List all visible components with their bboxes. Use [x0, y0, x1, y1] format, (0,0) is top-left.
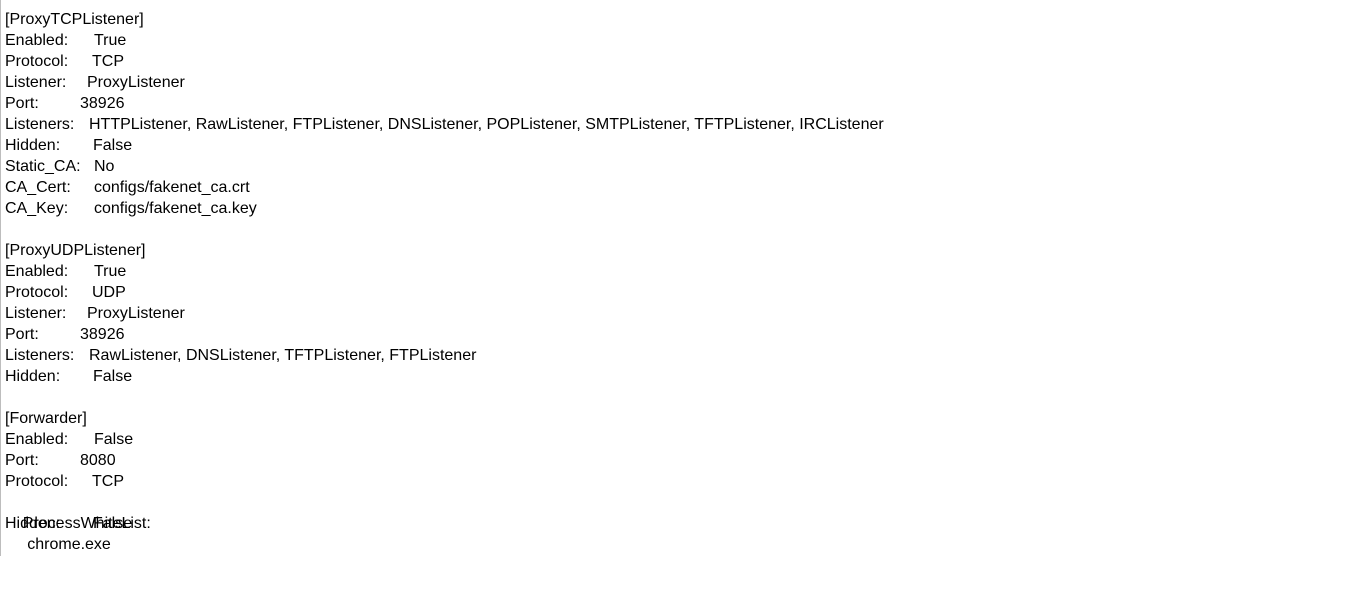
config-value: True	[94, 32, 127, 49]
config-value: True	[94, 263, 127, 280]
config-line-port: Port: 8080	[5, 450, 1366, 471]
config-value: TCP	[92, 53, 124, 70]
config-line-hidden: Hidden: False	[5, 513, 1366, 534]
config-line-enabled: Enabled: True	[5, 261, 1366, 282]
config-line-protocol: Protocol: UDP	[5, 282, 1366, 303]
config-line-ca-cert: CA_Cert: configs/fakenet_ca.crt	[5, 177, 1366, 198]
editor-left-border	[0, 0, 1, 556]
config-line-enabled: Enabled: True	[5, 30, 1366, 51]
config-line-listener: Listener: ProxyListener	[5, 72, 1366, 93]
config-value: RawListener, DNSListener, TFTPListener, …	[89, 347, 477, 364]
config-value: HTTPListener, RawListener, FTPListener, …	[89, 116, 884, 133]
config-key: Hidden:	[5, 137, 61, 154]
config-line-listeners: Listeners: RawListener, DNSListener, TFT…	[5, 345, 1366, 366]
config-key: Enabled:	[5, 32, 69, 49]
config-key: Hidden:	[5, 515, 61, 532]
config-key: Protocol:	[5, 53, 69, 70]
config-value: 8080	[80, 452, 116, 469]
config-key: Protocol:	[5, 473, 69, 490]
config-value: False	[93, 368, 133, 385]
config-line-listener: Listener: ProxyListener	[5, 303, 1366, 324]
config-line-hidden: Hidden: False	[5, 135, 1366, 156]
config-key: CA_Cert:	[5, 179, 71, 196]
section-header: [Forwarder]	[5, 410, 87, 427]
config-line-protocol: Protocol: TCP	[5, 51, 1366, 72]
config-line-enabled: Enabled: False	[5, 429, 1366, 450]
config-value: 38926	[80, 95, 125, 112]
config-value: False	[93, 137, 133, 154]
config-key: Listener:	[5, 74, 67, 91]
config-line-listeners: Listeners: HTTPListener, RawListener, FT…	[5, 114, 1366, 135]
config-key: CA_Key:	[5, 200, 69, 217]
config-line-protocol: Protocol: TCP	[5, 471, 1366, 492]
config-line-static-ca: Static_CA: No	[5, 156, 1366, 177]
config-key: Protocol:	[5, 284, 69, 301]
config-value: False	[94, 431, 134, 448]
config-value: chrome.exe	[27, 536, 111, 553]
config-text-view[interactable]: [ProxyTCPListener] Enabled: True Protoco…	[5, 9, 1366, 556]
config-line-ca-key: CA_Key: configs/fakenet_ca.key	[5, 198, 1366, 219]
config-value: ProxyListener	[87, 305, 185, 322]
config-value: ProxyListener	[87, 74, 185, 91]
section-header: [ProxyTCPListener]	[5, 11, 144, 28]
config-key: Port:	[5, 95, 39, 112]
config-value: No	[94, 158, 115, 175]
config-key: Hidden:	[5, 368, 61, 385]
config-value: 38926	[80, 326, 125, 343]
config-value: False	[93, 515, 133, 532]
config-line-process-whitelist: ProcessWhiteList: chrome.exe	[5, 492, 1366, 553]
config-key: Port:	[5, 326, 39, 343]
config-key: Port:	[5, 452, 39, 469]
config-line-port: Port: 38926	[5, 324, 1366, 345]
config-value: UDP	[92, 284, 126, 301]
config-key: Listeners:	[5, 116, 75, 133]
config-key: Static_CA:	[5, 158, 81, 175]
config-key: Enabled:	[5, 263, 69, 280]
config-key: Listener:	[5, 305, 67, 322]
section-header: [ProxyUDPListener]	[5, 242, 146, 259]
config-value: TCP	[92, 473, 124, 490]
config-key: Enabled:	[5, 431, 69, 448]
config-value: configs/fakenet_ca.crt	[94, 179, 250, 196]
config-value: configs/fakenet_ca.key	[94, 200, 257, 217]
config-line-port: Port: 38926	[5, 93, 1366, 114]
config-key: Listeners:	[5, 347, 75, 364]
config-line-hidden: Hidden: False	[5, 366, 1366, 387]
